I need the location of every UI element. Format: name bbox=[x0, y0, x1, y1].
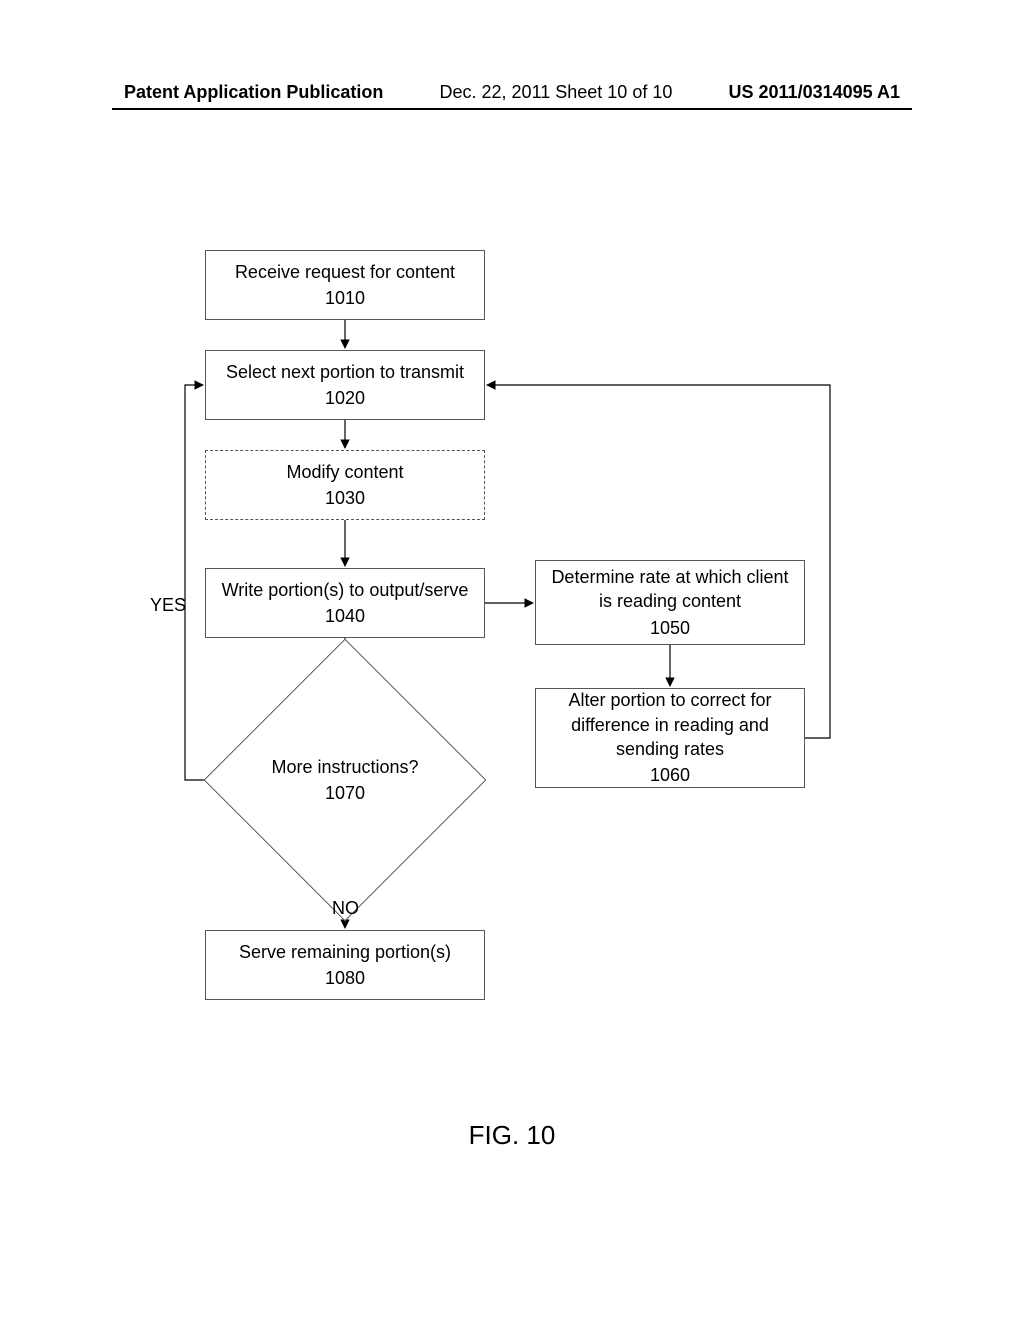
header-rule bbox=[112, 108, 912, 110]
diamond-label: More instructions? 1070 bbox=[245, 680, 445, 880]
node-write-output: Write portion(s) to output/serve 1040 bbox=[205, 568, 485, 638]
flowchart: Receive request for content 1010 Select … bbox=[0, 150, 1024, 1150]
node-num: 1080 bbox=[325, 966, 365, 990]
node-select-next-portion: Select next portion to transmit 1020 bbox=[205, 350, 485, 420]
node-num: 1060 bbox=[650, 763, 690, 787]
node-text: Modify content bbox=[286, 460, 403, 484]
node-num: 1030 bbox=[325, 486, 365, 510]
node-text: Alter portion to correct for difference … bbox=[544, 688, 796, 761]
node-text: Select next portion to transmit bbox=[226, 360, 464, 384]
node-determine-rate: Determine rate at which client is readin… bbox=[535, 560, 805, 645]
node-num: 1050 bbox=[650, 616, 690, 640]
node-text: Serve remaining portion(s) bbox=[239, 940, 451, 964]
node-text: More instructions? bbox=[271, 755, 418, 779]
figure-caption: FIG. 10 bbox=[0, 1120, 1024, 1151]
node-receive-request: Receive request for content 1010 bbox=[205, 250, 485, 320]
header-mid: Dec. 22, 2011 Sheet 10 of 10 bbox=[440, 82, 673, 103]
node-num: 1040 bbox=[325, 604, 365, 628]
node-text: Determine rate at which client is readin… bbox=[544, 565, 796, 614]
edge-label-no: NO bbox=[332, 898, 359, 919]
node-text: Write portion(s) to output/serve bbox=[222, 578, 469, 602]
flow-arrows bbox=[0, 150, 1024, 1150]
node-alter-portion: Alter portion to correct for difference … bbox=[535, 688, 805, 788]
node-serve-remaining: Serve remaining portion(s) 1080 bbox=[205, 930, 485, 1000]
node-num: 1070 bbox=[325, 781, 365, 805]
node-decision-more-instructions: More instructions? 1070 bbox=[245, 680, 445, 880]
header-left: Patent Application Publication bbox=[124, 82, 383, 103]
node-text: Receive request for content bbox=[235, 260, 455, 284]
edge-label-yes: YES bbox=[150, 595, 186, 616]
node-num: 1010 bbox=[325, 286, 365, 310]
page-header: Patent Application Publication Dec. 22, … bbox=[0, 82, 1024, 103]
node-num: 1020 bbox=[325, 386, 365, 410]
node-modify-content: Modify content 1030 bbox=[205, 450, 485, 520]
header-right: US 2011/0314095 A1 bbox=[729, 82, 900, 103]
